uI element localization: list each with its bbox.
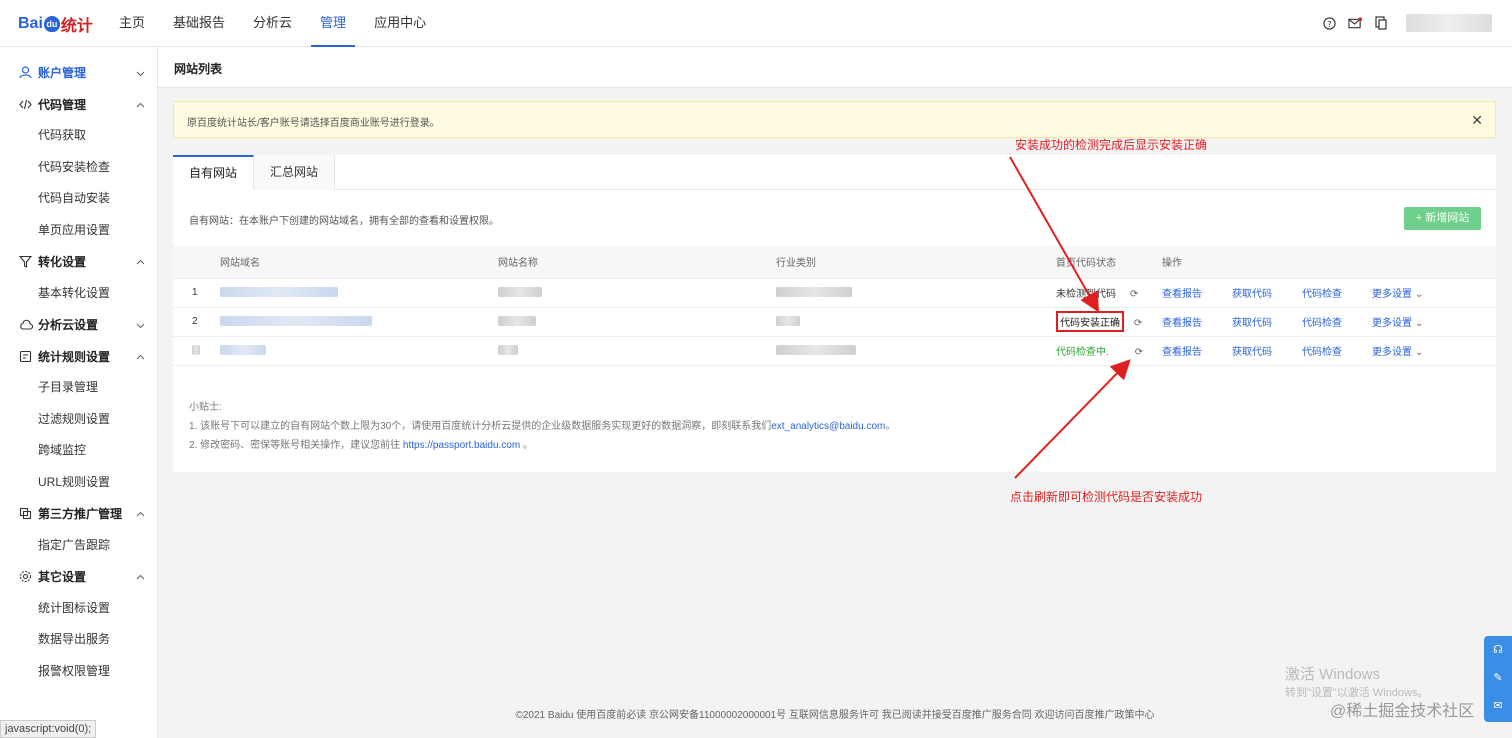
arrow-to-status	[1009, 156, 1099, 313]
site-watermark: @稀土掘金技术社区	[1330, 703, 1475, 720]
windows-activate-watermark: 激活 Windows	[1285, 666, 1381, 683]
arrow-to-refresh	[1014, 359, 1131, 479]
headset-icon[interactable]: ☊	[1484, 636, 1512, 664]
annotation-arrows	[1009, 156, 1131, 479]
chat-icon[interactable]: ✉	[1484, 692, 1512, 720]
floating-toolbar: ☊ ✎ ✉	[1484, 636, 1512, 722]
feedback-icon[interactable]: ✎	[1484, 664, 1512, 692]
